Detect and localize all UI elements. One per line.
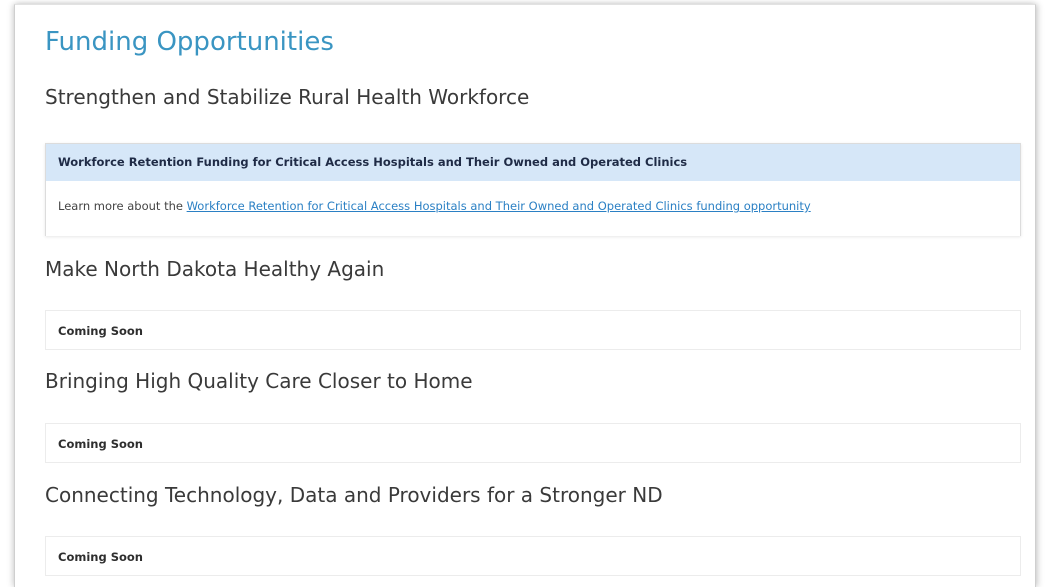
funding-panel-body-prefix: Learn more about the [58, 199, 187, 213]
coming-soon-panel-healthy-again: Coming Soon [45, 310, 1021, 350]
funding-panel-workforce-retention: Workforce Retention Funding for Critical… [45, 143, 1021, 236]
content-frame: Funding Opportunities Strengthen and Sta… [14, 4, 1036, 587]
page-title: Funding Opportunities [45, 27, 334, 57]
coming-soon-panel-technology-data: Coming Soon [45, 536, 1021, 576]
section-heading-technology-data: Connecting Technology, Data and Provider… [45, 483, 663, 507]
funding-panel-title: Workforce Retention Funding for Critical… [46, 144, 1020, 181]
coming-soon-panel-care-closer: Coming Soon [45, 423, 1021, 463]
section-heading-workforce: Strengthen and Stabilize Rural Health Wo… [45, 85, 530, 109]
funding-panel-body: Learn more about the Workforce Retention… [46, 181, 1020, 236]
section-heading-care-closer: Bringing High Quality Care Closer to Hom… [45, 369, 473, 393]
section-heading-healthy-again: Make North Dakota Healthy Again [45, 257, 385, 281]
funding-opportunity-link[interactable]: Workforce Retention for Critical Access … [187, 199, 811, 213]
